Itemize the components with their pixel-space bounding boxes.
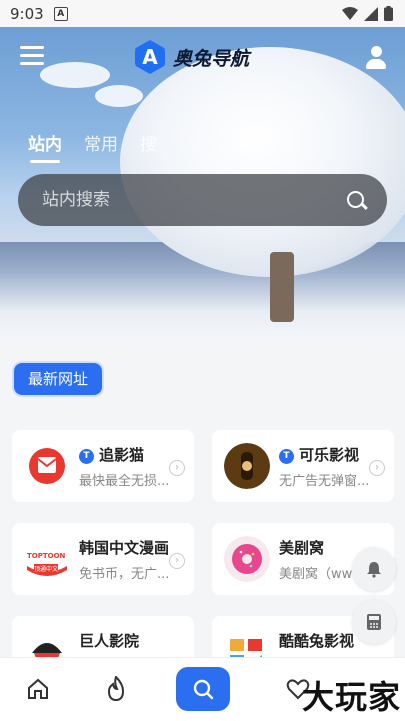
tab-site[interactable]: 站内 <box>28 130 62 163</box>
chevron-right-icon: › <box>169 553 185 569</box>
status-time: 9:03 <box>10 4 44 23</box>
search-box <box>18 174 387 226</box>
tab-search[interactable]: 搜 <box>140 130 157 155</box>
search-input[interactable] <box>40 189 341 211</box>
toptoon-text: TOPTOON <box>27 552 66 560</box>
app-logo: A 奥兔导航 <box>135 40 249 74</box>
toptoon-cn-text: 顶通中文 <box>34 564 59 573</box>
donut-logo <box>224 536 270 582</box>
logo-mark: A <box>135 40 165 74</box>
category-tabs: 站内 常用 搜 <box>28 130 157 163</box>
search-icon <box>193 679 214 700</box>
cloud-decoration <box>95 85 143 107</box>
battery-icon <box>384 6 393 21</box>
wifi-icon <box>342 6 358 20</box>
site-card[interactable]: T 追影猫 最快最全无损... › <box>12 430 194 502</box>
site-card[interactable]: TOPTOON 顶通中文 韩国中文漫画 免书币，无广... › <box>12 523 194 595</box>
t-tag-icon: T <box>279 449 294 464</box>
signal-icon <box>364 6 378 21</box>
watermark: 大玩家 <box>301 678 401 716</box>
menu-icon[interactable] <box>20 46 44 66</box>
chevron-right-icon: › <box>169 460 185 476</box>
top-bar: A 奥兔导航 <box>0 40 405 76</box>
search-nav-button[interactable] <box>176 667 230 711</box>
tab-common[interactable]: 常用 <box>84 130 118 155</box>
toptoon-logo: TOPTOON 顶通中文 <box>24 536 70 582</box>
user-icon[interactable] <box>365 46 387 70</box>
site-name: 巨人影院 <box>79 632 140 650</box>
cola-bottle-logo <box>224 443 270 489</box>
site-desc: 免书币，无广... <box>79 567 170 582</box>
notification-icon: A <box>53 6 68 21</box>
site-name: 美剧窝 <box>279 539 325 557</box>
status-bar: 9:03 A <box>0 0 405 27</box>
latest-urls-button[interactable]: 最新网址 <box>14 363 103 395</box>
site-name: 追影猫 <box>99 446 145 464</box>
chevron-right-icon: › <box>369 460 385 476</box>
home-icon[interactable] <box>18 671 58 707</box>
site-name: 韩国中文漫画 <box>79 539 170 557</box>
calculator-icon[interactable] <box>352 600 396 644</box>
site-name: 酷酷兔影视 <box>279 632 355 650</box>
site-desc: 无广告无弹窗... <box>279 474 370 489</box>
app-title: 奥兔导航 <box>173 47 250 70</box>
site-name: 可乐影视 <box>299 446 360 464</box>
status-icons <box>342 6 393 21</box>
red-envelope-logo <box>24 443 70 489</box>
search-icon[interactable] <box>341 185 371 215</box>
site-desc: 最快最全无损... <box>79 474 170 489</box>
site-card[interactable]: T 可乐影视 无广告无弹窗... › <box>212 430 394 502</box>
snow-tree-image <box>120 47 405 277</box>
t-tag-icon: T <box>79 449 94 464</box>
tree-trunk <box>270 252 294 322</box>
latest-section-header: 最新网址 <box>14 363 103 395</box>
fire-icon[interactable] <box>96 671 136 707</box>
bell-icon[interactable] <box>352 547 396 591</box>
